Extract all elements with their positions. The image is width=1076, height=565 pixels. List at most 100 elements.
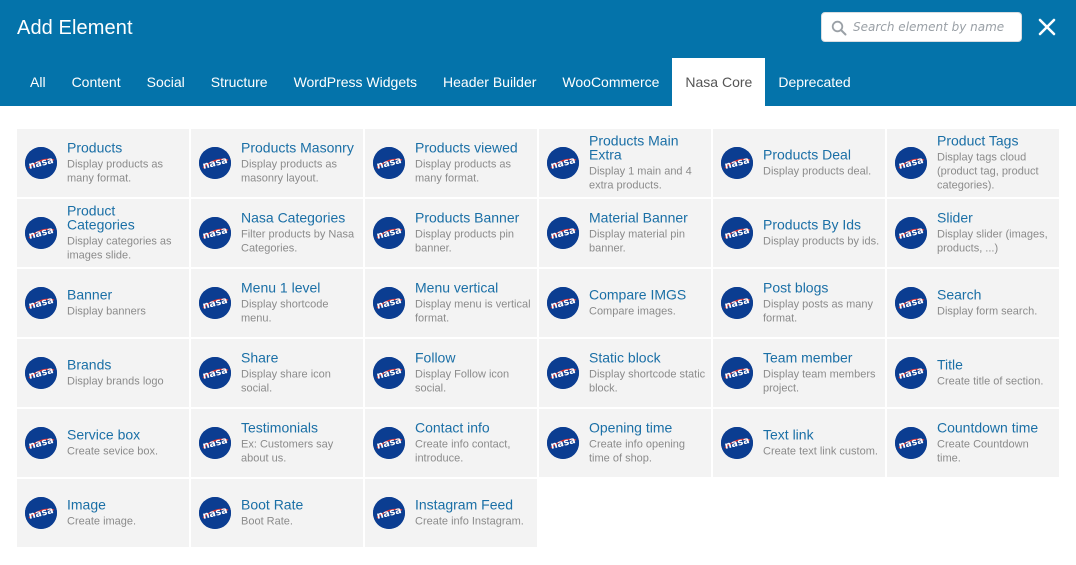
element-card-title: Brands	[67, 356, 112, 373]
element-card-description: Create info contact, introduce.	[415, 438, 511, 465]
tab-wordpress-widgets[interactable]: WordPress Widgets	[281, 58, 430, 106]
element-card-description: Display categories as images slide.	[67, 235, 172, 262]
element-card-products-main-extra[interactable]: nasa Products Main Extra Display 1 main an…	[539, 129, 711, 197]
element-card-nasa-categories[interactable]: nasa Nasa Categories Filter products by Na…	[191, 199, 363, 267]
element-card-testimonials[interactable]: nasa Testimonials Ex: Customers say about …	[191, 409, 363, 477]
nasa-logo-icon: nasa	[547, 217, 579, 249]
element-card-text: Products Masonry Display products as maso…	[241, 141, 359, 186]
element-card-instagram-feed[interactable]: nasa Instagram Feed Create info Instagram.	[365, 479, 537, 547]
tab-content[interactable]: Content	[59, 58, 134, 106]
element-card-title: Banner	[67, 286, 113, 303]
element-card-title: Contact info	[415, 419, 490, 436]
element-card-title: Opening time	[589, 419, 673, 436]
nasa-logo-icon: nasa	[373, 427, 405, 459]
element-card-team-member[interactable]: nasa Team member Display team members proj…	[713, 339, 885, 407]
element-card-description: Create image.	[67, 515, 137, 528]
nasa-logo-icon: nasa	[895, 147, 927, 179]
nasa-logo-icon: nasa	[721, 357, 753, 389]
element-card-text: Post blogs Display posts as many format.	[763, 281, 881, 326]
nasa-logo-icon: nasa	[199, 427, 231, 459]
element-card-text: Products viewed Display products as many …	[415, 141, 533, 186]
element-card-title: Products Main Extra	[589, 132, 679, 163]
element-card-service-box[interactable]: nasa Service box Create sevice box.	[17, 409, 189, 477]
nasa-logo-icon: nasa	[199, 147, 231, 179]
element-card-menu-vertical[interactable]: nasa Menu vertical Display menu is vertica…	[365, 269, 537, 337]
nasa-logo-icon: nasa	[547, 427, 579, 459]
element-card-compare-imgs[interactable]: nasa Compare IMGS Compare images.	[539, 269, 711, 337]
element-card-title: Search	[937, 286, 982, 303]
element-card-description: Display share icon social.	[241, 368, 331, 395]
element-card-title: Products Deal	[763, 146, 851, 163]
nasa-logo-icon: nasa	[199, 287, 231, 319]
nasa-logo-icon: nasa	[721, 287, 753, 319]
element-card-products-deal[interactable]: nasa Products Deal Display products deal.	[713, 129, 885, 197]
nasa-logo-icon: nasa	[721, 217, 753, 249]
tab-woocommerce[interactable]: WooCommerce	[549, 58, 672, 106]
nasa-logo-icon: nasa	[373, 287, 405, 319]
element-card-text: Brands Display brands logo	[67, 358, 185, 389]
element-card-title: Text link	[763, 426, 814, 443]
search-box[interactable]	[821, 12, 1022, 42]
element-card-text: Countdown time Create Countdown time.	[937, 421, 1055, 466]
element-card-boot-rate[interactable]: nasa Boot Rate Boot Rate.	[191, 479, 363, 547]
element-card-description: Boot Rate.	[241, 515, 293, 528]
element-card-description: Display 1 main and 4 extra products.	[589, 165, 692, 192]
element-card-description: Create info Instagram.	[415, 515, 524, 528]
tab-structure[interactable]: Structure	[198, 58, 281, 106]
nasa-logo-icon: nasa	[373, 147, 405, 179]
element-card-description: Display shortcode static block.	[589, 368, 706, 395]
element-card-product-categories[interactable]: nasa Product Categories Display categories…	[17, 199, 189, 267]
element-card-description: Display posts as many format.	[763, 298, 874, 325]
tab-nasa-core[interactable]: Nasa Core	[672, 58, 766, 106]
element-card-text: Static block Display shortcode static blo…	[589, 351, 707, 396]
element-card-text: Title Create title of section.	[937, 358, 1055, 389]
element-card-follow[interactable]: nasa Follow Display Follow icon social.	[365, 339, 537, 407]
nasa-logo-icon: nasa	[25, 357, 57, 389]
element-card-title: Slider	[937, 209, 973, 226]
element-card-static-block[interactable]: nasa Static block Display shortcode static…	[539, 339, 711, 407]
element-card-banner[interactable]: nasa Banner Display banners	[17, 269, 189, 337]
element-card-text: Products Banner Display products pin bann…	[415, 211, 533, 256]
close-icon[interactable]	[1034, 14, 1060, 40]
element-card-title[interactable]: nasa Title Create title of section.	[887, 339, 1059, 407]
element-card-contact-info[interactable]: nasa Contact info Create info contact, int…	[365, 409, 537, 477]
element-card-title: Boot Rate	[241, 496, 304, 513]
tab-social[interactable]: Social	[134, 58, 198, 106]
element-card-title: Products	[67, 139, 123, 156]
tab-header-builder[interactable]: Header Builder	[430, 58, 549, 106]
element-card-products[interactable]: nasa Products Display products as many for…	[17, 129, 189, 197]
element-card-products-by-ids[interactable]: nasa Products By Ids Display products by i…	[713, 199, 885, 267]
element-card-countdown-time[interactable]: nasa Countdown time Create Countdown time.	[887, 409, 1059, 477]
tab-all[interactable]: All	[17, 58, 59, 106]
element-card-products-viewed[interactable]: nasa Products viewed Display products as m…	[365, 129, 537, 197]
element-card-text: Nasa Categories Filter products by Nasa C…	[241, 211, 359, 256]
element-card-product-tags[interactable]: nasa Product Tags Display tags cloud (prod…	[887, 129, 1059, 197]
element-card-post-blogs[interactable]: nasa Post blogs Display posts as many form…	[713, 269, 885, 337]
element-card-menu-1-level[interactable]: nasa Menu 1 level Display shortcode menu.	[191, 269, 363, 337]
nasa-logo-icon: nasa	[547, 147, 579, 179]
element-card-title: Service box	[67, 426, 141, 443]
element-card-material-banner[interactable]: nasa Material Banner Display material pin …	[539, 199, 711, 267]
element-card-search[interactable]: nasa Search Display form search.	[887, 269, 1059, 337]
element-card-brands[interactable]: nasa Brands Display brands logo	[17, 339, 189, 407]
element-card-products-masonry[interactable]: nasa Products Masonry Display products as …	[191, 129, 363, 197]
element-card-text-link[interactable]: nasa Text link Create text link custom.	[713, 409, 885, 477]
element-card-title: Static block	[589, 349, 661, 366]
tab-deprecated[interactable]: Deprecated	[765, 58, 863, 106]
nasa-logo-icon: nasa	[25, 147, 57, 179]
element-card-description: Create Countdown time.	[937, 438, 1029, 465]
element-card-description: Display slider (images, products, ...)	[937, 228, 1048, 255]
element-card-description: Display tags cloud (product tag, product…	[937, 151, 1039, 192]
search-input[interactable]	[853, 13, 1019, 41]
element-card-products-banner[interactable]: nasa Products Banner Display products pin …	[365, 199, 537, 267]
element-card-description: Display products as many format.	[67, 158, 163, 185]
element-card-title: Team member	[763, 349, 853, 366]
element-card-description: Display products by ids.	[763, 235, 880, 248]
element-card-image[interactable]: nasa Image Create image.	[17, 479, 189, 547]
element-card-share[interactable]: nasa Share Display share icon social.	[191, 339, 363, 407]
element-card-opening-time[interactable]: nasa Opening time Create info opening time…	[539, 409, 711, 477]
element-card-title: Title	[937, 356, 963, 373]
element-card-slider[interactable]: nasa Slider Display slider (images, produc…	[887, 199, 1059, 267]
element-card-title: Product Categories	[67, 202, 135, 233]
category-tabs: All Content Social Structure WordPress Widge…	[17, 58, 864, 106]
